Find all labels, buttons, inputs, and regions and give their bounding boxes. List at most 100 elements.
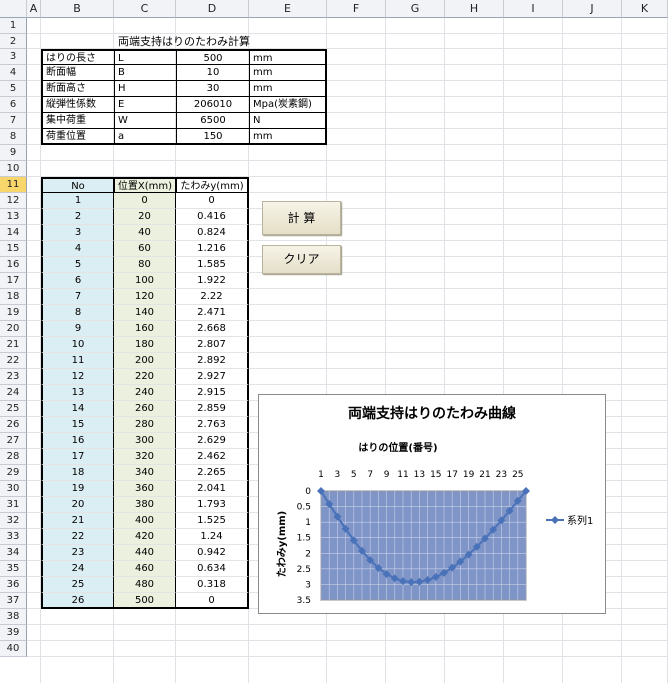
param-unit[interactable]: mm bbox=[249, 81, 327, 97]
row-header-18[interactable]: 18 bbox=[0, 289, 27, 305]
table-cell-deflection-y[interactable]: 1.585 bbox=[176, 257, 249, 273]
row-header-40[interactable]: 40 bbox=[0, 641, 27, 657]
table-cell-position-x[interactable]: 340 bbox=[114, 465, 176, 481]
select-all-corner[interactable] bbox=[0, 0, 27, 18]
table-cell-position-x[interactable]: 440 bbox=[114, 545, 176, 561]
row-header-11[interactable]: 11 bbox=[0, 177, 27, 193]
table-cell-deflection-y[interactable]: 2.859 bbox=[176, 401, 249, 417]
table-cell-position-x[interactable]: 140 bbox=[114, 305, 176, 321]
table-cell-position-x[interactable]: 100 bbox=[114, 273, 176, 289]
row-header-22[interactable]: 22 bbox=[0, 353, 27, 369]
table-cell-no[interactable]: 3 bbox=[41, 225, 114, 241]
row-header-27[interactable]: 27 bbox=[0, 433, 27, 449]
table-cell-deflection-y[interactable]: 2.629 bbox=[176, 433, 249, 449]
param-unit[interactable]: mm bbox=[249, 65, 327, 81]
table-cell-deflection-y[interactable]: 2.668 bbox=[176, 321, 249, 337]
column-header-g[interactable]: G bbox=[386, 0, 445, 18]
column-header-h[interactable]: H bbox=[445, 0, 504, 18]
table-cell-deflection-y[interactable]: 0.824 bbox=[176, 225, 249, 241]
table-cell-position-x[interactable]: 420 bbox=[114, 529, 176, 545]
row-header-30[interactable]: 30 bbox=[0, 481, 27, 497]
row-header-23[interactable]: 23 bbox=[0, 369, 27, 385]
param-name[interactable]: 断面幅 bbox=[41, 65, 114, 81]
row-header-25[interactable]: 25 bbox=[0, 401, 27, 417]
column-header-b[interactable]: B bbox=[41, 0, 114, 18]
table-cell-deflection-y[interactable]: 1.24 bbox=[176, 529, 249, 545]
table-cell-no[interactable]: 22 bbox=[41, 529, 114, 545]
param-name[interactable]: はりの長さ bbox=[41, 49, 114, 65]
table-cell-position-x[interactable]: 160 bbox=[114, 321, 176, 337]
param-unit[interactable]: mm bbox=[249, 129, 327, 145]
table-cell-no[interactable]: 19 bbox=[41, 481, 114, 497]
table-cell-no[interactable]: 1 bbox=[41, 193, 114, 209]
table-cell-no[interactable]: 4 bbox=[41, 241, 114, 257]
row-header-20[interactable]: 20 bbox=[0, 321, 27, 337]
param-value[interactable]: 30 bbox=[176, 81, 249, 97]
row-header-8[interactable]: 8 bbox=[0, 129, 27, 145]
table-cell-no[interactable]: 18 bbox=[41, 465, 114, 481]
table-cell-deflection-y[interactable]: 2.22 bbox=[176, 289, 249, 305]
table-cell-deflection-y[interactable]: 0.416 bbox=[176, 209, 249, 225]
param-name[interactable]: 縦弾性係数 bbox=[41, 97, 114, 113]
column-header-i[interactable]: I bbox=[504, 0, 563, 18]
table-cell-deflection-y[interactable]: 0.318 bbox=[176, 577, 249, 593]
table-cell-position-x[interactable]: 0 bbox=[114, 193, 176, 209]
table-cell-deflection-y[interactable]: 2.265 bbox=[176, 465, 249, 481]
table-cell-deflection-y[interactable]: 1.922 bbox=[176, 273, 249, 289]
table-cell-no[interactable]: 2 bbox=[41, 209, 114, 225]
row-header-2[interactable]: 2 bbox=[0, 34, 27, 49]
param-unit[interactable]: N bbox=[249, 113, 327, 129]
param-sym[interactable]: W bbox=[114, 113, 176, 129]
param-value[interactable]: 6500 bbox=[176, 113, 249, 129]
table-cell-no[interactable]: 13 bbox=[41, 385, 114, 401]
row-header-34[interactable]: 34 bbox=[0, 545, 27, 561]
table-cell-no[interactable]: 7 bbox=[41, 289, 114, 305]
table-cell-position-x[interactable]: 380 bbox=[114, 497, 176, 513]
table-cell-deflection-y[interactable]: 2.892 bbox=[176, 353, 249, 369]
param-value[interactable]: 206010 bbox=[176, 97, 249, 113]
table-cell-no[interactable]: 10 bbox=[41, 337, 114, 353]
param-sym[interactable]: E bbox=[114, 97, 176, 113]
table-cell-deflection-y[interactable]: 2.807 bbox=[176, 337, 249, 353]
param-value[interactable]: 10 bbox=[176, 65, 249, 81]
row-header-14[interactable]: 14 bbox=[0, 225, 27, 241]
column-header-d[interactable]: D bbox=[176, 0, 249, 18]
row-header-38[interactable]: 38 bbox=[0, 609, 27, 625]
row-header-35[interactable]: 35 bbox=[0, 561, 27, 577]
row-header-9[interactable]: 9 bbox=[0, 145, 27, 161]
table-cell-no[interactable]: 17 bbox=[41, 449, 114, 465]
row-header-39[interactable]: 39 bbox=[0, 625, 27, 641]
param-unit[interactable]: mm bbox=[249, 49, 327, 65]
row-header-15[interactable]: 15 bbox=[0, 241, 27, 257]
table-cell-deflection-y[interactable]: 1.525 bbox=[176, 513, 249, 529]
table-cell-no[interactable]: 12 bbox=[41, 369, 114, 385]
row-header-3[interactable]: 3 bbox=[0, 49, 27, 65]
column-header-c[interactable]: C bbox=[114, 0, 176, 18]
param-sym[interactable]: L bbox=[114, 49, 176, 65]
column-header-k[interactable]: K bbox=[622, 0, 668, 18]
table-cell-no[interactable]: 9 bbox=[41, 321, 114, 337]
table-cell-position-x[interactable]: 500 bbox=[114, 593, 176, 609]
table-cell-position-x[interactable]: 60 bbox=[114, 241, 176, 257]
row-header-26[interactable]: 26 bbox=[0, 417, 27, 433]
row-header-36[interactable]: 36 bbox=[0, 577, 27, 593]
row-header-33[interactable]: 33 bbox=[0, 529, 27, 545]
table-cell-position-x[interactable]: 200 bbox=[114, 353, 176, 369]
table-cell-no[interactable]: 14 bbox=[41, 401, 114, 417]
param-name[interactable]: 断面高さ bbox=[41, 81, 114, 97]
table-cell-position-x[interactable]: 320 bbox=[114, 449, 176, 465]
row-header-28[interactable]: 28 bbox=[0, 449, 27, 465]
table-cell-no[interactable]: 5 bbox=[41, 257, 114, 273]
table-cell-position-x[interactable]: 240 bbox=[114, 385, 176, 401]
row-header-19[interactable]: 19 bbox=[0, 305, 27, 321]
row-header-5[interactable]: 5 bbox=[0, 81, 27, 97]
column-header-f[interactable]: F bbox=[327, 0, 386, 18]
param-sym[interactable]: B bbox=[114, 65, 176, 81]
table-cell-deflection-y[interactable]: 0 bbox=[176, 593, 249, 609]
row-header-17[interactable]: 17 bbox=[0, 273, 27, 289]
param-sym[interactable]: H bbox=[114, 81, 176, 97]
table-cell-no[interactable]: 21 bbox=[41, 513, 114, 529]
row-header-7[interactable]: 7 bbox=[0, 113, 27, 129]
table-cell-deflection-y[interactable]: 2.915 bbox=[176, 385, 249, 401]
row-header-1[interactable]: 1 bbox=[0, 18, 27, 34]
